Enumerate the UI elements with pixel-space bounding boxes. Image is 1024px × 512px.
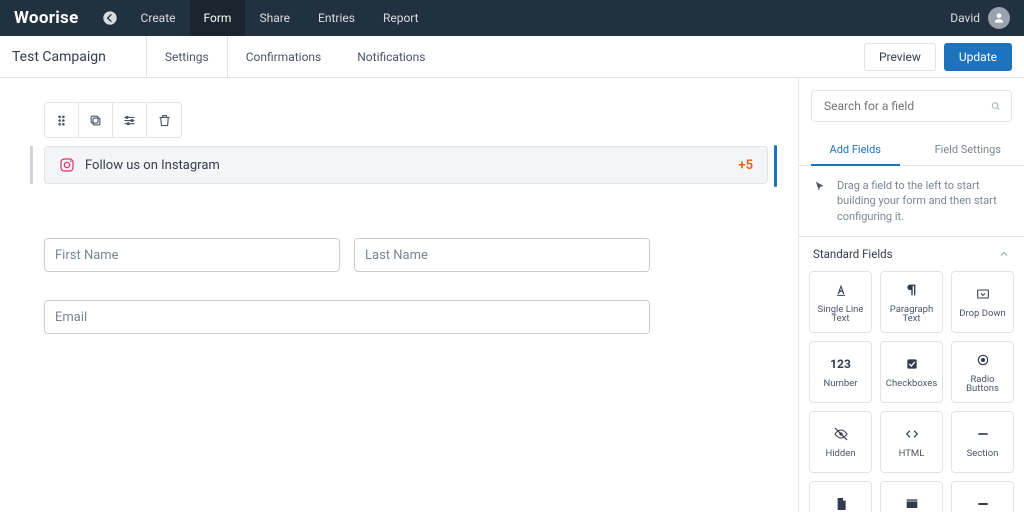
field-card-radio-buttons[interactable]: Radio Buttons — [951, 341, 1014, 403]
selection-marker — [774, 145, 777, 187]
sidebar-hint: Drag a field to the left to start buildi… — [799, 166, 1024, 237]
action-field[interactable]: Follow us on Instagram +5 — [44, 146, 768, 184]
html-icon — [904, 425, 920, 443]
preview-button[interactable]: Preview — [864, 43, 936, 71]
settings-button[interactable] — [113, 103, 147, 137]
group-start-icon — [904, 495, 920, 512]
chevron-up-icon — [998, 248, 1010, 260]
section-title: Standard Fields — [813, 247, 893, 261]
field-card-checkboxes[interactable]: Checkboxes — [880, 341, 943, 403]
nav-report[interactable]: Report — [369, 0, 433, 36]
back-button[interactable] — [93, 0, 127, 36]
field-card-label: Drop Down — [957, 309, 1008, 319]
field-card-html[interactable]: HTML — [880, 411, 943, 473]
tab-field-settings[interactable]: Field Settings — [912, 134, 1024, 165]
avatar — [988, 7, 1010, 29]
trash-icon — [157, 113, 172, 128]
number-icon: 123 — [830, 355, 851, 373]
field-grid: Single Line Text Paragraph Text Drop Down 1… — [799, 271, 1024, 512]
field-toolbar — [44, 102, 182, 138]
field-card-label: Hidden — [823, 449, 857, 459]
duplicate-icon — [88, 113, 103, 128]
update-button[interactable]: Update — [944, 43, 1012, 71]
top-nav: Woorise Create Form Share Entries Report… — [0, 0, 1024, 36]
delete-button[interactable] — [147, 103, 181, 137]
field-card-label: HTML — [897, 449, 927, 459]
cursor-icon — [813, 180, 827, 194]
field-card-hidden[interactable]: Hidden — [809, 411, 872, 473]
field-card-drop-down[interactable]: Drop Down — [951, 271, 1014, 333]
radio-buttons-icon — [975, 351, 991, 369]
tab-add-fields[interactable]: Add Fields — [799, 134, 912, 165]
duplicate-button[interactable] — [79, 103, 113, 137]
right-sidebar: Add Fields Field Settings Drag a field t… — [798, 78, 1024, 512]
field-card-group-start[interactable]: Group Start — [880, 481, 943, 512]
form-fields: First Name Last Name Email — [30, 238, 650, 334]
field-card-group-end[interactable]: Group End — [951, 481, 1014, 512]
field-card-paragraph-text[interactable]: Paragraph Text — [880, 271, 943, 333]
field-card-label: Radio Buttons — [952, 375, 1013, 394]
nav-share[interactable]: Share — [245, 0, 304, 36]
page-icon — [833, 495, 849, 512]
drag-handle-icon — [54, 113, 69, 128]
checkboxes-icon — [904, 355, 920, 373]
person-icon — [992, 11, 1006, 25]
user-menu[interactable]: David — [936, 0, 1024, 36]
search-icon — [990, 99, 1001, 113]
paragraph-text-icon — [904, 281, 920, 299]
form-canvas: Follow us on Instagram +5 First Name Las… — [0, 78, 798, 512]
first-name-field[interactable]: First Name — [44, 238, 340, 272]
user-name: David — [950, 11, 980, 25]
sub-toolbar: Test Campaign Settings Confirmations Not… — [0, 36, 1024, 78]
action-label: Follow us on Instagram — [85, 158, 220, 173]
field-card-label: Number — [822, 379, 860, 389]
chevron-left-icon — [102, 10, 118, 26]
subnav-confirmations[interactable]: Confirmations — [228, 36, 340, 77]
subnav-settings[interactable]: Settings — [147, 36, 228, 77]
section-standard-fields[interactable]: Standard Fields — [799, 237, 1024, 271]
brand-logo: Woorise — [0, 0, 93, 36]
action-field-wrapper: Follow us on Instagram +5 — [30, 146, 768, 184]
action-bonus: +5 — [738, 158, 753, 173]
group-end-icon — [975, 495, 991, 512]
section-icon — [975, 425, 991, 443]
field-card-label: Paragraph Text — [881, 305, 942, 324]
sidebar-tabs: Add Fields Field Settings — [799, 134, 1024, 166]
nav-entries[interactable]: Entries — [304, 0, 369, 36]
drop-down-icon — [975, 285, 991, 303]
subnav-notifications[interactable]: Notifications — [339, 36, 443, 77]
last-name-field[interactable]: Last Name — [354, 238, 650, 272]
search-input[interactable] — [822, 98, 982, 114]
single-line-text-icon — [833, 281, 849, 299]
sliders-icon — [122, 113, 137, 128]
hint-text: Drag a field to the left to start buildi… — [837, 178, 1010, 224]
nav-form[interactable]: Form — [190, 0, 246, 36]
drag-handle-button[interactable] — [45, 103, 79, 137]
field-card-number[interactable]: 123 Number — [809, 341, 872, 403]
field-search[interactable] — [811, 90, 1012, 122]
instagram-icon — [59, 157, 75, 173]
field-card-label: Checkboxes — [884, 379, 939, 389]
hidden-icon — [833, 425, 849, 443]
nav-create[interactable]: Create — [127, 0, 190, 36]
campaign-title: Test Campaign — [12, 49, 146, 65]
field-card-single-line-text[interactable]: Single Line Text — [809, 271, 872, 333]
field-card-section[interactable]: Section — [951, 411, 1014, 473]
email-field[interactable]: Email — [44, 300, 650, 334]
field-card-label: Section — [965, 449, 1001, 459]
field-card-label: Single Line Text — [810, 305, 871, 324]
field-card-page[interactable]: Page — [809, 481, 872, 512]
